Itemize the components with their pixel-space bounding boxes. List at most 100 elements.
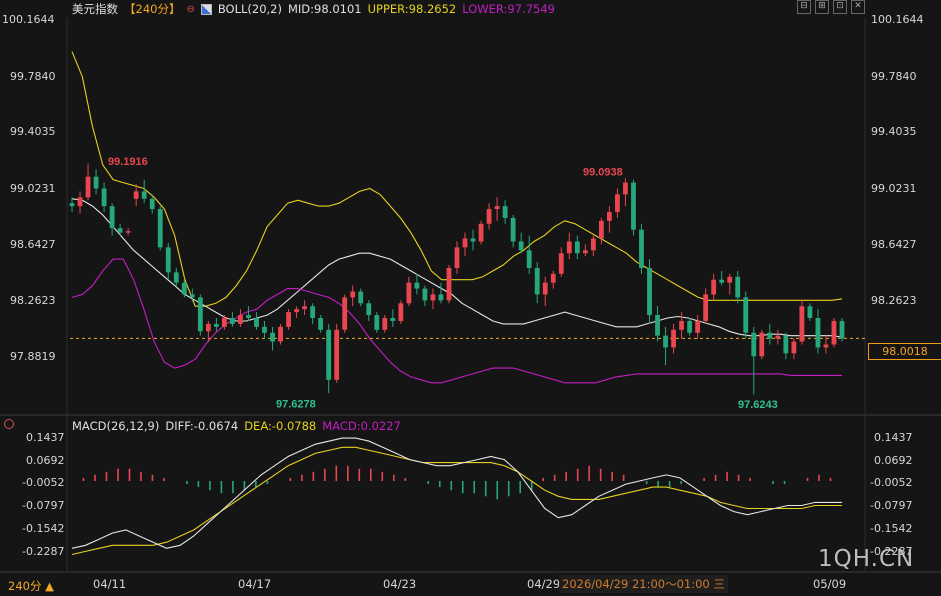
candle-body xyxy=(221,318,227,327)
candle-body xyxy=(679,320,684,330)
candle-body xyxy=(173,272,179,283)
x-tick-label: 04/29 xyxy=(527,577,561,591)
candle-body xyxy=(286,312,291,327)
symbol-name: 美元指数 xyxy=(72,2,118,16)
candle-body xyxy=(550,273,556,283)
boll-upper: UPPER:98.2652 xyxy=(367,2,457,16)
price-tick-left: 99.0231 xyxy=(10,182,56,195)
candle-body xyxy=(422,288,428,301)
candle-body xyxy=(406,282,412,304)
candle-body xyxy=(197,297,203,332)
boll-lower: LOWER:97.7549 xyxy=(462,2,555,16)
candle-body xyxy=(590,238,596,251)
boll-lower-line xyxy=(71,258,842,384)
period-selector[interactable]: 【240分】 xyxy=(124,1,180,17)
candle-body xyxy=(582,250,588,254)
candle-body xyxy=(823,344,829,348)
candle-body xyxy=(430,294,436,301)
indicator-icon[interactable] xyxy=(200,3,212,15)
candle-body xyxy=(350,291,356,298)
candle-body xyxy=(767,332,773,339)
candle-body xyxy=(695,320,701,333)
candle-body xyxy=(839,320,845,339)
candle-body xyxy=(655,315,660,336)
candle-body xyxy=(414,282,420,289)
candle-body xyxy=(294,309,299,313)
candle-body xyxy=(302,306,308,310)
candle-body xyxy=(526,250,532,268)
candle-body xyxy=(246,315,251,319)
candle-body xyxy=(807,306,813,319)
macd-header: MACD(26,12,9) DIFF:-0.0674 DEA:-0.0788 M… xyxy=(72,418,401,434)
macd-toggle-icon[interactable] xyxy=(4,419,14,429)
chart-header: 美元指数 【240分】 ⊖ BOLL(20,2) MID:98.0101 UPP… xyxy=(72,1,555,17)
macd-diff: DIFF:-0.0674 xyxy=(165,419,239,433)
period-indicator[interactable]: 240分 ▲ xyxy=(8,578,54,594)
candle-body xyxy=(815,318,821,348)
candle-body xyxy=(502,206,508,218)
watermark-logo: 1QH.CN xyxy=(818,546,915,572)
candle-body xyxy=(615,194,620,213)
macd-tick-left: -0.2287 xyxy=(22,545,65,558)
macd-diff-line xyxy=(71,437,842,549)
macd-dea: DEA:-0.0788 xyxy=(244,419,317,433)
boll-mid: MID:98.0101 xyxy=(287,2,362,16)
candle-body xyxy=(671,329,676,348)
candle-body xyxy=(398,303,404,321)
candle-body xyxy=(518,241,524,251)
candle-body xyxy=(751,332,757,357)
candle-body xyxy=(366,303,372,316)
candle-body xyxy=(558,253,564,274)
candle-body xyxy=(238,315,243,324)
close-button[interactable]: ✕ xyxy=(851,0,865,14)
settings-icon[interactable]: ⊖ xyxy=(186,4,194,15)
candle-body xyxy=(478,223,484,242)
restore-button[interactable]: ⊡ xyxy=(833,0,847,14)
high-annotation: 99.1916 xyxy=(108,156,148,168)
candle-body xyxy=(342,297,348,330)
macd-tick-right: 0.0692 xyxy=(874,454,913,467)
x-tick-label: 04/17 xyxy=(238,577,272,591)
candle-body xyxy=(213,323,219,327)
candle-body xyxy=(791,341,797,354)
candle-body xyxy=(334,329,340,380)
candle-body xyxy=(358,291,364,304)
price-tick-right: 98.6427 xyxy=(871,238,917,251)
x-tick-label: 04/11 xyxy=(93,577,127,591)
candle-body xyxy=(598,220,604,239)
macd-label[interactable]: MACD(26,12,9) xyxy=(72,419,159,433)
candle-body xyxy=(719,279,725,283)
candle-body xyxy=(454,247,460,268)
current-price-tag: 98.0018 xyxy=(868,343,941,360)
price-tick-left: 98.2623 xyxy=(10,294,56,307)
candle-body xyxy=(374,315,380,330)
candle-body xyxy=(390,318,396,321)
candle-body xyxy=(382,318,388,330)
candle-body xyxy=(254,318,259,327)
maximize-button[interactable]: ⊞ xyxy=(815,0,829,14)
candle-body xyxy=(189,294,195,298)
price-tick-left: 97.8819 xyxy=(10,350,56,363)
macd-tick-right: -0.0052 xyxy=(870,476,913,489)
price-tick-right: 98.2623 xyxy=(871,294,917,307)
candle-body xyxy=(165,247,171,273)
candle-body xyxy=(775,335,781,339)
candle-body xyxy=(486,209,492,224)
low-annotation: 97.6243 xyxy=(738,399,778,411)
candle-body xyxy=(101,188,107,207)
candle-body xyxy=(438,294,444,301)
candle-body xyxy=(85,176,91,198)
minimize-button[interactable]: ⊟ xyxy=(797,0,811,14)
boll-label[interactable]: BOLL(20,2) xyxy=(218,2,282,16)
candle-body xyxy=(687,320,693,333)
macd-tick-left: -0.0797 xyxy=(22,499,65,512)
candle-body xyxy=(510,217,516,242)
candlestick-chart[interactable]: 99.1916 97.6278 99.0938 97.6243 xyxy=(0,0,941,596)
macd-tick-right: -0.1542 xyxy=(870,522,913,535)
price-tick-left: 99.4035 xyxy=(10,125,56,138)
high-annotation: 99.0938 xyxy=(583,167,623,179)
x-tick-label: 04/23 xyxy=(383,577,417,591)
candle-body xyxy=(663,335,668,348)
candle-body xyxy=(534,267,540,295)
price-tick-right: 100.1644 xyxy=(871,13,924,26)
